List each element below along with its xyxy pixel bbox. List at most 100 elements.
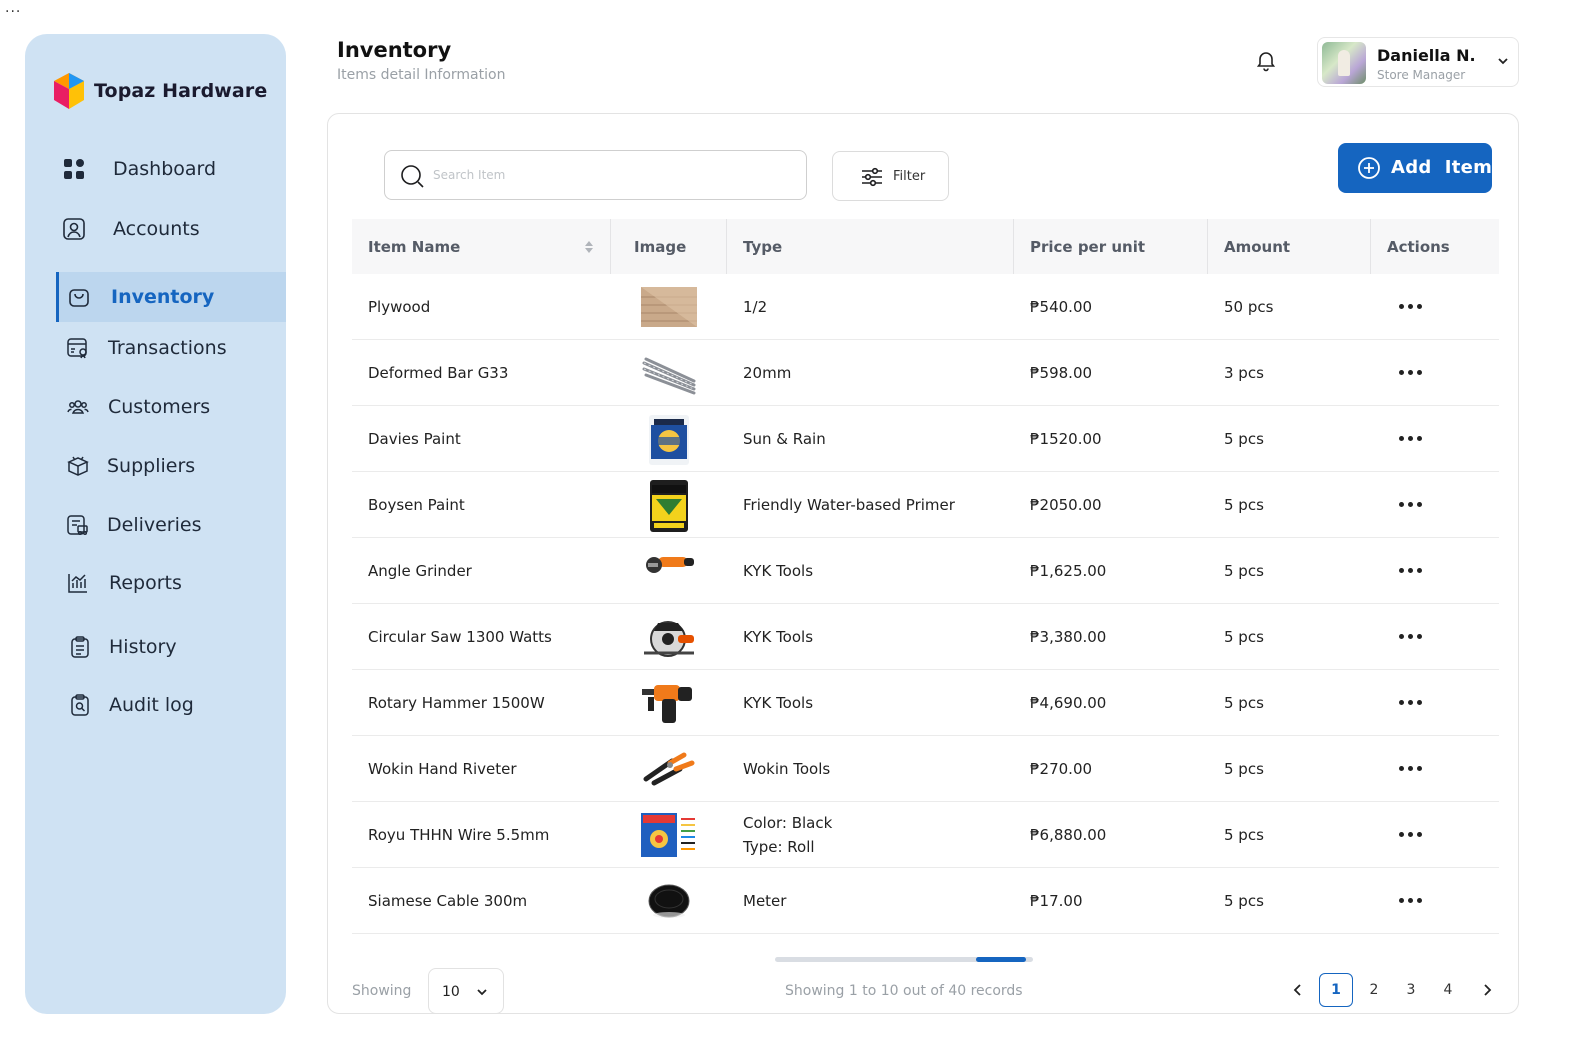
item-name: Wokin Hand Riveter [368, 760, 517, 778]
item-type: KYK Tools [743, 628, 814, 646]
chart-icon [65, 570, 91, 596]
more-actions-icon[interactable] [1392, 294, 1428, 318]
table-row[interactable]: Wokin Hand Riveter Wokin Tools ₱270.00 5… [352, 736, 1499, 802]
item-name: Davies Paint [368, 430, 461, 448]
table-row[interactable]: Boysen Paint Friendly Water-based Primer… [352, 472, 1499, 538]
item-name: Royu THHN Wire 5.5mm [368, 826, 550, 844]
paint-can-image [650, 480, 688, 532]
paint-can-image [649, 415, 689, 465]
more-actions-icon[interactable] [1392, 360, 1428, 384]
sidebar-item-history[interactable]: History [25, 622, 286, 672]
search-box[interactable] [384, 150, 807, 200]
scrollbar-thumb[interactable] [976, 957, 1026, 962]
rebar-image [642, 357, 696, 395]
more-actions-icon[interactable] [1392, 756, 1428, 780]
transactions-icon [65, 335, 91, 361]
table-row[interactable]: Rotary Hammer 1500W KYK Tools ₱4,690.00 … [352, 670, 1499, 736]
sidebar-item-deliveries[interactable]: Deliveries [25, 500, 286, 550]
sidebar-item-label: Customers [108, 396, 211, 418]
sidebar-item-label: Suppliers [107, 455, 196, 477]
horizontal-scrollbar[interactable] [775, 957, 1033, 962]
search-icon [401, 165, 424, 188]
circular-saw-image [644, 621, 694, 657]
more-actions-icon[interactable] [1392, 690, 1428, 714]
table-row[interactable]: Davies Paint Sun & Rain ₱1520.00 5 pcs [352, 406, 1499, 472]
delivery-icon [65, 512, 91, 538]
more-actions-icon[interactable] [1392, 624, 1428, 648]
add-item-button[interactable]: Add Item [1338, 143, 1492, 193]
column-divider [610, 219, 611, 274]
chevron-left-icon[interactable] [1288, 980, 1308, 1000]
page-button-3[interactable]: 3 [1394, 973, 1428, 1007]
avatar [1322, 42, 1366, 84]
table-row[interactable]: Angle Grinder KYK Tools ₱1,625.00 5 pcs [352, 538, 1499, 604]
sidebar-item-reports[interactable]: Reports [25, 558, 286, 608]
table-row[interactable]: Plywood 1/2 ₱540.00 50 pcs [352, 274, 1499, 340]
column-divider [1207, 219, 1208, 274]
item-price: ₱540.00 [1030, 298, 1093, 316]
table-row[interactable]: Deformed Bar G33 20mm ₱598.00 3 pcs [352, 340, 1499, 406]
more-actions-icon[interactable] [1392, 426, 1428, 450]
sidebar-item-inventory[interactable]: Inventory [56, 272, 286, 322]
sidebar-item-label: Reports [109, 572, 182, 594]
item-amount: 5 pcs [1224, 826, 1264, 844]
wire-box-image [641, 813, 695, 857]
item-name: Angle Grinder [368, 562, 472, 580]
window-menu-dots[interactable]: ... [5, 0, 21, 16]
page-button-2[interactable]: 2 [1357, 973, 1391, 1007]
brand[interactable]: Topaz Hardware [53, 72, 267, 110]
item-price: ₱598.00 [1030, 364, 1093, 382]
page-subtitle: Items detail Information [337, 67, 506, 83]
bell-icon[interactable] [1254, 48, 1278, 72]
user-menu[interactable]: Daniella N. Store Manager [1317, 37, 1519, 87]
chevron-down-icon [477, 989, 487, 996]
more-actions-icon[interactable] [1392, 558, 1428, 582]
sidebar-item-label: Inventory [111, 286, 215, 308]
sidebar-item-dashboard[interactable]: Dashboard [25, 144, 286, 194]
item-amount: 5 pcs [1224, 892, 1264, 910]
item-type: Sun & Rain [743, 430, 826, 448]
sliders-icon [862, 167, 882, 187]
item-type-line: Color: Black [743, 814, 833, 832]
item-name: Boysen Paint [368, 496, 465, 514]
table-row[interactable]: Circular Saw 1300 Watts KYK Tools ₱3,380… [352, 604, 1499, 670]
sort-icon[interactable] [584, 240, 594, 254]
item-type: 20mm [743, 364, 792, 382]
item-type-line: Type: Roll [743, 838, 815, 856]
sidebar-item-accounts[interactable]: Accounts [25, 204, 286, 254]
chevron-right-icon[interactable] [1477, 980, 1497, 1000]
sidebar-item-audit-log[interactable]: Audit log [25, 680, 286, 730]
more-actions-icon[interactable] [1392, 888, 1428, 912]
column-header-amount: Amount [1224, 237, 1291, 256]
search-input[interactable] [433, 163, 793, 187]
item-price: ₱3,380.00 [1030, 628, 1107, 646]
item-price: ₱1520.00 [1030, 430, 1102, 448]
item-amount: 5 pcs [1224, 760, 1264, 778]
audit-icon [67, 692, 93, 718]
table-row[interactable]: Siamese Cable 300m Meter ₱17.00 5 pcs [352, 868, 1499, 934]
item-price: ₱17.00 [1030, 892, 1083, 910]
more-actions-icon[interactable] [1392, 822, 1428, 846]
sidebar-item-transactions[interactable]: Transactions [25, 323, 286, 373]
page-button-4[interactable]: 4 [1431, 973, 1465, 1007]
sidebar-item-customers[interactable]: Customers [25, 382, 286, 432]
item-type: Meter [743, 892, 787, 910]
page-size-select[interactable]: 10 [428, 968, 504, 1014]
item-amount: 50 pcs [1224, 298, 1274, 316]
rotary-hammer-image [642, 685, 692, 723]
add-item-label: Add Item [1391, 157, 1493, 178]
customers-icon [65, 394, 91, 420]
item-name: Circular Saw 1300 Watts [368, 628, 552, 646]
item-price: ₱270.00 [1030, 760, 1093, 778]
column-header-type: Type [743, 237, 783, 256]
column-divider [1370, 219, 1371, 274]
filter-button[interactable]: Filter [832, 151, 949, 201]
table-row[interactable]: Royu THHN Wire 5.5mm Color: Black Type: … [352, 802, 1499, 868]
clipboard-icon [67, 634, 93, 660]
column-header-item-name[interactable]: Item Name [368, 219, 460, 274]
records-summary: Showing 1 to 10 out of 40 records [785, 983, 1023, 999]
column-divider [1013, 219, 1014, 274]
more-actions-icon[interactable] [1392, 492, 1428, 516]
sidebar-item-suppliers[interactable]: Suppliers [25, 441, 286, 491]
page-button-1[interactable]: 1 [1319, 973, 1353, 1007]
